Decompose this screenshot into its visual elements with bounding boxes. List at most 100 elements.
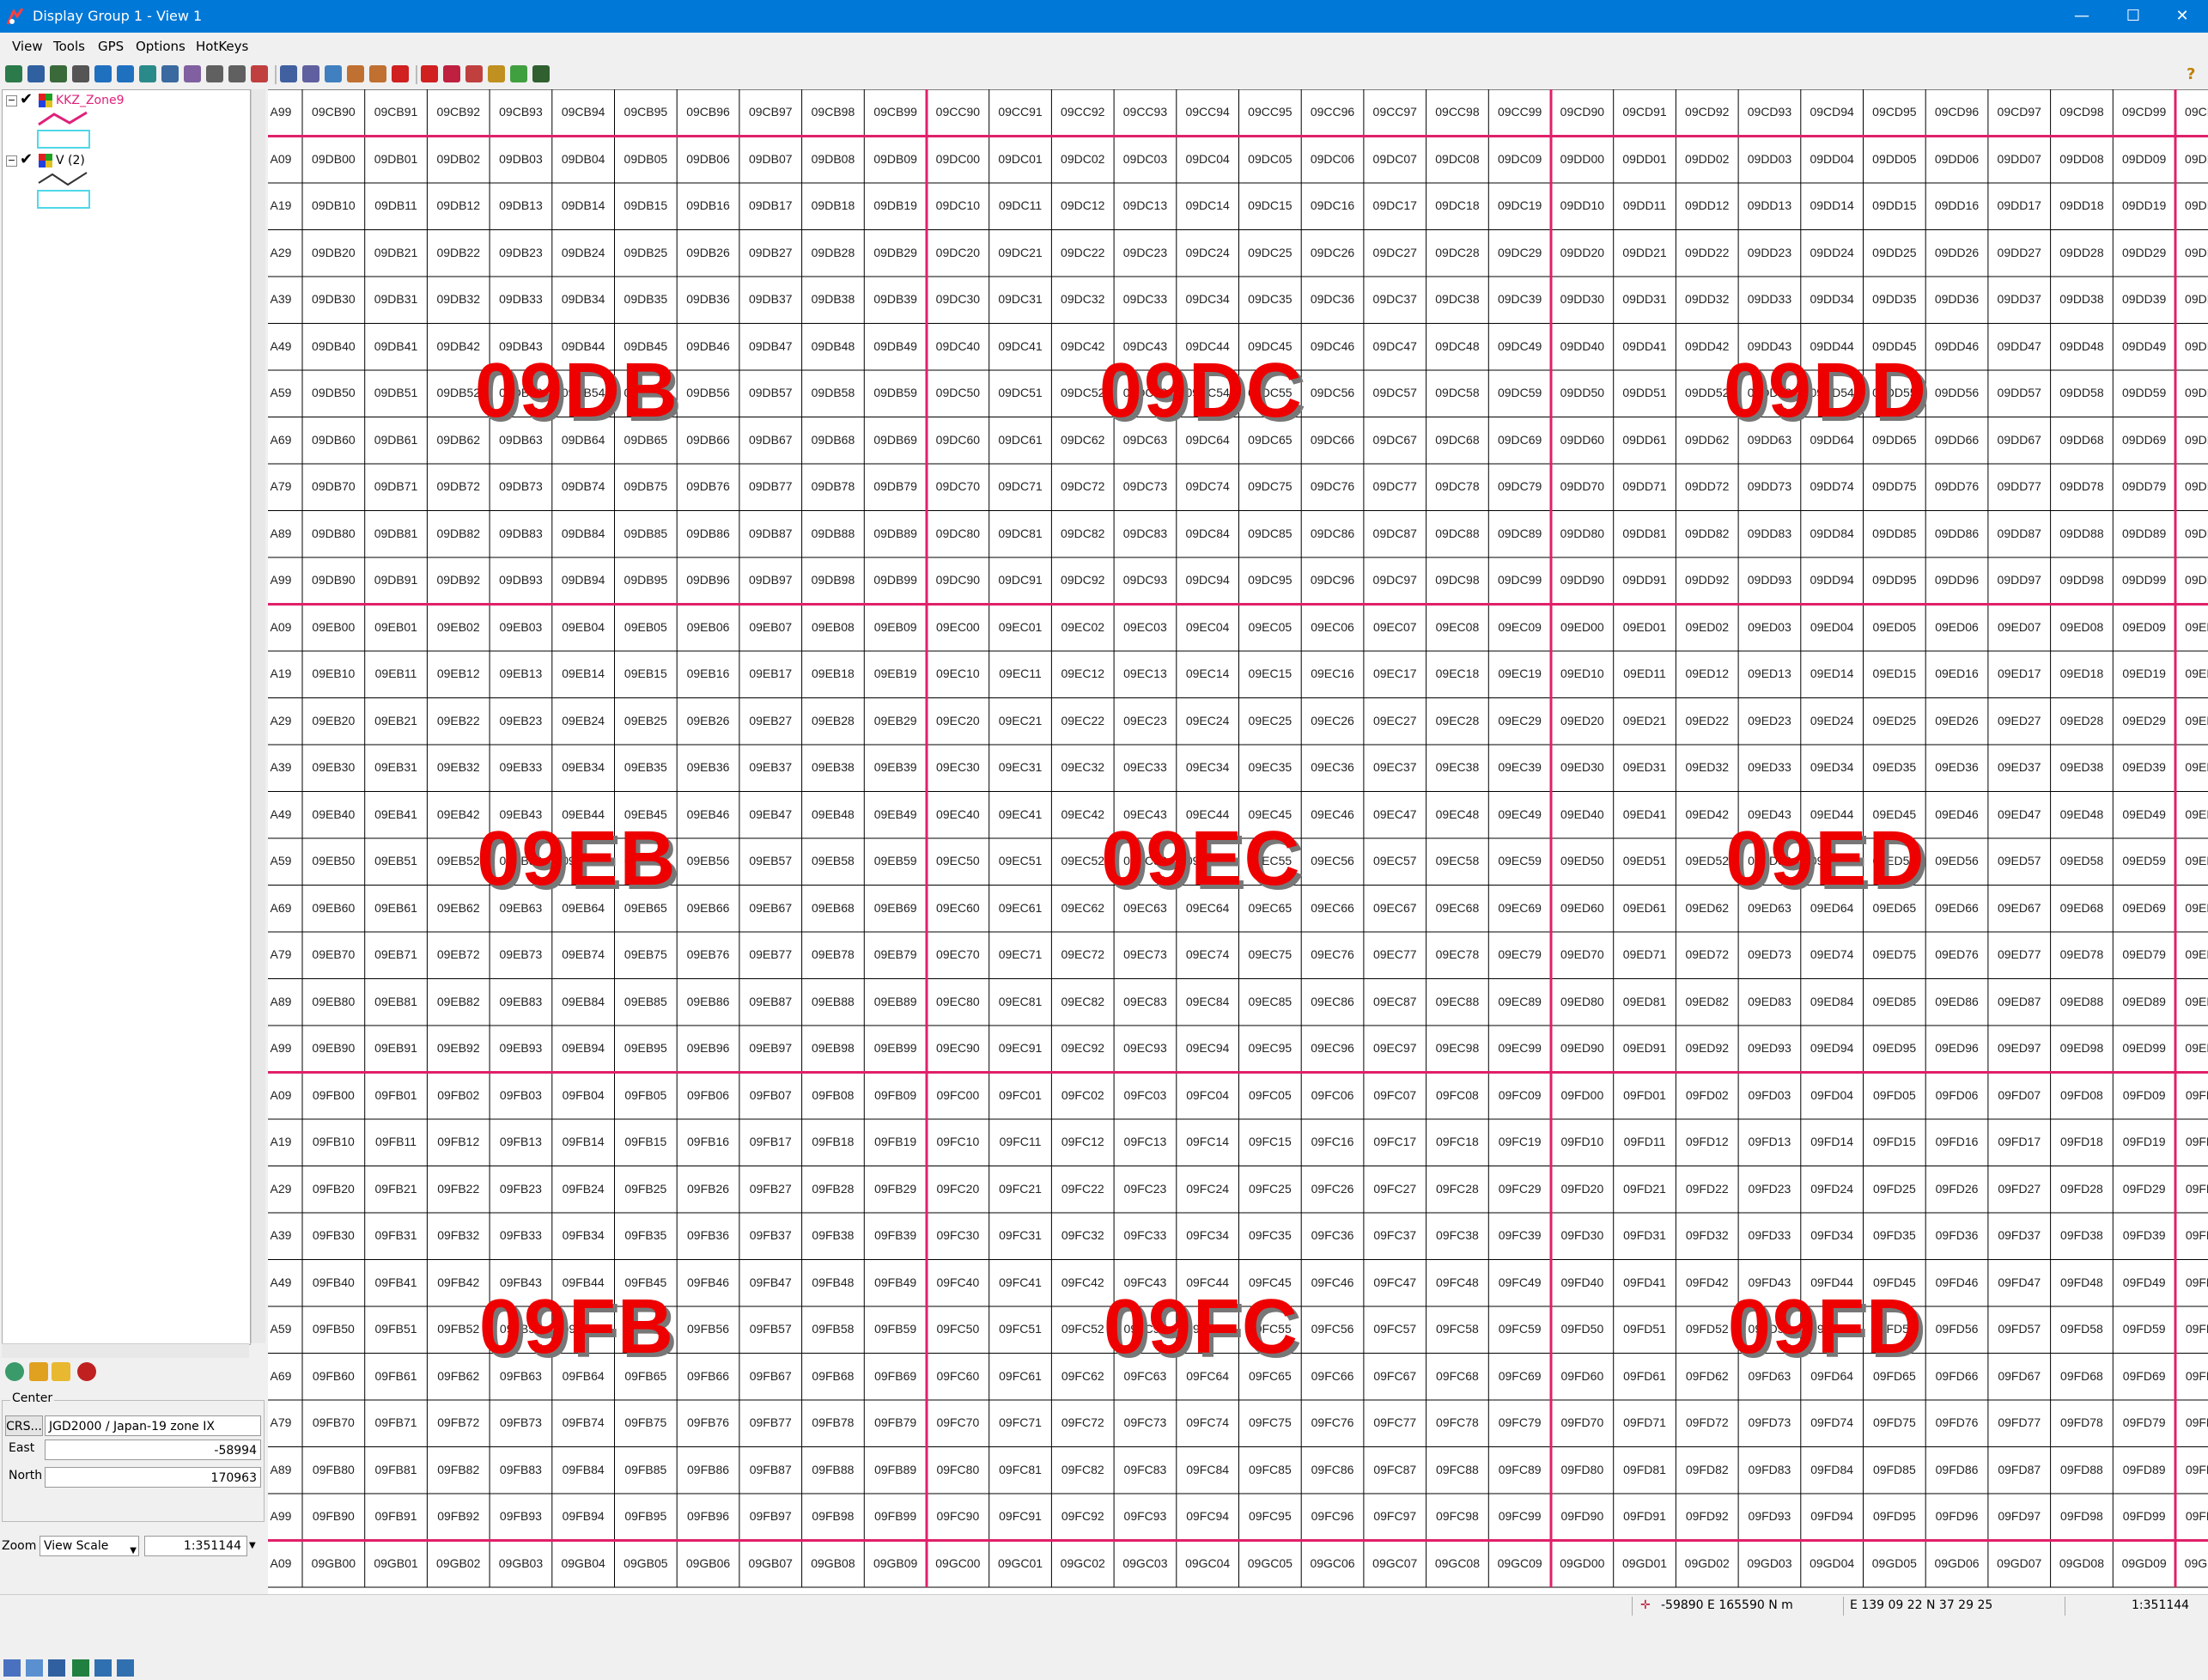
edit-icon[interactable] <box>510 65 527 82</box>
grid-cell: 09EE10 <box>2185 667 2208 680</box>
menu-view[interactable]: View <box>12 39 43 54</box>
grid-cell: 09EC33 <box>1123 760 1167 774</box>
layer-row-v2[interactable]: − ✔ V (2) <box>6 152 246 171</box>
pencil-icon[interactable] <box>488 65 505 82</box>
maximize-button[interactable]: ☐ <box>2108 0 2159 33</box>
crosshair-icon: ✛ <box>1640 1598 1651 1612</box>
grid-cell: 09ED99 <box>2122 1041 2166 1055</box>
grid-cell: 09DD68 <box>2059 432 2104 447</box>
grid-cell: 09EB81 <box>374 994 417 1008</box>
chevron-down-icon[interactable]: ▼ <box>249 1541 256 1550</box>
collapse-icon[interactable]: − <box>6 155 17 167</box>
layer-row-kkz-zone9[interactable]: − ✔ KKZ_Zone9 <box>6 92 246 111</box>
layer-tree-hscrollbar[interactable] <box>2 1343 249 1358</box>
zoom-extent-icon[interactable] <box>139 65 156 82</box>
north-field[interactable]: 170963 <box>45 1467 261 1488</box>
grid-cell: 09FB15 <box>624 1135 667 1148</box>
layer-tree-scrollbar[interactable] <box>251 89 265 1343</box>
crs-field[interactable]: JGD2000 / Japan-19 zone IX <box>45 1415 261 1436</box>
grid-cell: 09DC22 <box>1061 245 1105 259</box>
grid-cell: 09GB00 <box>311 1555 356 1570</box>
bookmark-icon[interactable] <box>29 1362 48 1381</box>
measure-icon[interactable] <box>302 65 319 82</box>
grid-cell: 09ED21 <box>1622 713 1667 727</box>
grid-cell: 09EB83 <box>499 994 543 1008</box>
magnifier-icon[interactable] <box>443 65 460 82</box>
pan-cross-icon[interactable] <box>50 65 67 82</box>
zoom-out-icon[interactable] <box>117 65 134 82</box>
redo-icon[interactable] <box>369 65 386 82</box>
grid-cell: 09EB24 <box>562 713 605 727</box>
undo-icon[interactable] <box>347 65 364 82</box>
cursor-icon[interactable] <box>465 65 483 82</box>
row-label: A79 <box>270 1415 292 1429</box>
grid-cell: 09DB17 <box>748 198 793 212</box>
minimize-button[interactable]: — <box>2056 0 2108 33</box>
layer-name[interactable]: V (2) <box>56 154 85 167</box>
menu-tools[interactable]: Tools <box>53 39 85 54</box>
layer-name[interactable]: KKZ_Zone9 <box>56 94 125 107</box>
grid-cell: 09ED39 <box>2122 760 2166 774</box>
menu-hotkeys[interactable]: HotKeys <box>196 39 248 54</box>
grid-cell: 09DD83 <box>1747 526 1792 540</box>
crs-button[interactable]: CRS... <box>5 1415 43 1436</box>
grid-cell: 09FB28 <box>812 1181 855 1196</box>
grid-cell: 09FB71 <box>374 1415 417 1429</box>
grid-cell: 09FE60 <box>2185 1368 2208 1383</box>
query-icon[interactable] <box>325 65 342 82</box>
grid-cell: 09EB02 <box>436 619 480 634</box>
east-field[interactable]: -58994 <box>45 1440 261 1460</box>
back-icon[interactable] <box>251 65 268 82</box>
window-icon[interactable] <box>26 1659 43 1677</box>
grid-cell: 09DC11 <box>998 198 1043 212</box>
close-button[interactable]: ✕ <box>2156 0 2208 33</box>
no-entry-icon[interactable] <box>392 65 409 82</box>
help-icon[interactable]: ? <box>2187 65 2195 83</box>
zoom-in-icon[interactable] <box>94 65 112 82</box>
zoom-extent-icon[interactable] <box>117 1659 134 1677</box>
grid-cell: 09DC67 <box>1372 432 1417 447</box>
grid-cell: 09FB38 <box>812 1228 855 1242</box>
visibility-checkbox[interactable]: ✔ <box>20 152 33 167</box>
grid-icon[interactable] <box>161 65 179 82</box>
grid-cell: 09FD12 <box>1685 1135 1729 1148</box>
grid-cell: 09FD70 <box>1560 1415 1604 1429</box>
grid-cell: 09ED66 <box>1935 900 1979 915</box>
row-label: A09 <box>270 151 292 166</box>
grid-cell: 09FB72 <box>437 1415 480 1429</box>
grid-cell: 09DB25 <box>623 245 668 259</box>
binoculars-icon[interactable] <box>72 65 89 82</box>
grid-cell: 09FC41 <box>999 1275 1042 1289</box>
crosshair-icon[interactable] <box>421 65 438 82</box>
grid-cell: 09DD37 <box>1997 292 2041 306</box>
zoom-mode-select[interactable]: View Scale ▼ <box>40 1536 139 1556</box>
settings-icon[interactable] <box>206 65 223 82</box>
map-icon[interactable] <box>72 1659 89 1677</box>
globe-icon[interactable] <box>5 65 22 82</box>
row-label: A39 <box>270 292 292 306</box>
grid-cell: 09FD93 <box>1748 1509 1791 1523</box>
grid-cell: 09DD26 <box>1934 245 1980 259</box>
search-icon[interactable] <box>48 1659 65 1677</box>
menu-gps[interactable]: GPS <box>98 39 124 54</box>
grid-cell: 09GD02 <box>1684 1555 1730 1570</box>
table-icon[interactable] <box>532 65 550 82</box>
globe-icon[interactable] <box>5 1362 24 1381</box>
row-label: A39 <box>270 760 292 774</box>
select-box-icon[interactable] <box>27 65 45 82</box>
folder-icon[interactable] <box>52 1362 70 1381</box>
collapse-icon[interactable]: − <box>6 95 17 107</box>
menu-options[interactable]: Options <box>136 39 186 54</box>
map-view[interactable]: A99 09CB90 09CB91 09CB92 09CB93 09CB94 09CB95 0… <box>268 89 2208 1594</box>
camera-icon[interactable] <box>228 65 246 82</box>
visibility-checkbox[interactable]: ✔ <box>20 92 33 107</box>
grid-cell: 09CB91 <box>374 105 418 119</box>
layers-icon[interactable] <box>184 65 201 82</box>
close-icon[interactable] <box>77 1362 96 1381</box>
grid-cell: 09DB67 <box>748 432 793 447</box>
list-icon[interactable] <box>3 1659 21 1677</box>
zoom-scale-field[interactable]: 1:351144 <box>144 1536 247 1556</box>
grid-cell: 09ED90 <box>1560 1041 1604 1055</box>
pointer-icon[interactable] <box>280 65 297 82</box>
zoom-icon[interactable] <box>94 1659 112 1677</box>
